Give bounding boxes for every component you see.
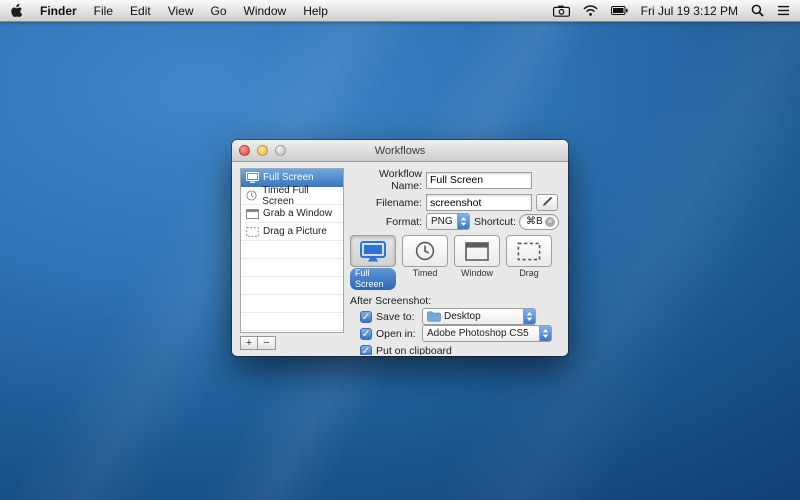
menu-window[interactable]: Window xyxy=(244,4,287,18)
list-empty-row xyxy=(241,241,343,259)
format-value: PNG xyxy=(431,216,453,227)
list-item-grab-a-window[interactable]: Grab a Window xyxy=(241,205,343,223)
workflow-detail-panel: Workflow Name: Filename: Format: P xyxy=(350,168,560,350)
list-item-label: Grab a Window xyxy=(263,208,332,219)
format-label: Format: xyxy=(350,216,422,228)
clipboard-label[interactable]: Put on clipboard xyxy=(376,345,452,356)
list-empty-row xyxy=(241,259,343,277)
brush-icon xyxy=(542,196,553,210)
display-icon xyxy=(350,235,396,267)
list-empty-row xyxy=(241,313,343,331)
dashed-selection-icon xyxy=(245,227,259,237)
capture-type-window[interactable]: Window xyxy=(454,235,500,290)
after-screenshot-heading: After Screenshot: xyxy=(350,295,560,307)
format-row: Format: PNG Shortcut: ⌘B × xyxy=(350,213,560,230)
list-edit-buttons: + − xyxy=(240,336,344,350)
clipboard-row: ✓ Put on clipboard xyxy=(360,343,560,355)
menubar: Finder File Edit View Go Window Help Fri… xyxy=(0,0,800,22)
open-in-label[interactable]: Open in: xyxy=(376,328,422,340)
workflow-name-input[interactable] xyxy=(426,172,532,189)
clipboard-checkbox[interactable]: ✓ xyxy=(360,345,372,356)
list-empty-row xyxy=(241,295,343,313)
list-item-label: Drag a Picture xyxy=(263,226,327,237)
capture-type-label: Full Screen xyxy=(350,268,396,290)
after-screenshot-section: After Screenshot: ✓ Save to: Desktop xyxy=(350,295,560,355)
clock-icon xyxy=(245,190,258,201)
capture-type-label: Window xyxy=(456,268,498,279)
list-item-label: Full Screen xyxy=(263,172,314,183)
window-icon xyxy=(454,235,500,267)
remove-workflow-button[interactable]: − xyxy=(258,336,276,350)
menu-help[interactable]: Help xyxy=(303,4,328,18)
shortcut-value: ⌘B xyxy=(526,216,543,227)
workflows-window: Workflows Full Screen xyxy=(232,140,568,356)
clock-icon xyxy=(402,235,448,267)
edit-filename-button[interactable] xyxy=(536,194,558,211)
menu-go[interactable]: Go xyxy=(211,4,227,18)
list-item-drag-a-picture[interactable]: Drag a Picture xyxy=(241,223,343,241)
dashed-selection-icon xyxy=(506,235,552,267)
filename-label: Filename: xyxy=(350,197,422,209)
stepper-icon xyxy=(523,309,535,324)
close-button[interactable] xyxy=(239,145,250,156)
menubar-status-area: Fri Jul 19 3:12 PM xyxy=(553,4,790,18)
zoom-button[interactable] xyxy=(275,145,286,156)
folder-icon xyxy=(427,311,441,322)
format-select[interactable]: PNG xyxy=(426,213,470,230)
desktop-wallpaper: Finder File Edit View Go Window Help Fri… xyxy=(0,0,800,500)
menu-file[interactable]: File xyxy=(94,4,113,18)
workflow-name-row: Workflow Name: xyxy=(350,168,560,192)
list-menu-icon[interactable] xyxy=(777,5,790,16)
menu-view[interactable]: View xyxy=(168,4,194,18)
open-in-value: Adobe Photoshop CS5 xyxy=(427,328,529,339)
list-item-label: Timed Full Screen xyxy=(262,185,339,207)
open-in-row: ✓ Open in: Adobe Photoshop CS5 xyxy=(360,326,560,341)
traffic-lights xyxy=(239,145,286,156)
spotlight-icon[interactable] xyxy=(751,4,764,17)
display-icon xyxy=(245,172,259,183)
filename-row: Filename: xyxy=(350,194,560,211)
menubar-clock[interactable]: Fri Jul 19 3:12 PM xyxy=(641,4,738,18)
save-to-select[interactable]: Desktop xyxy=(422,308,536,325)
open-in-select[interactable]: Adobe Photoshop CS5 xyxy=(422,325,552,342)
menu-edit[interactable]: Edit xyxy=(130,4,151,18)
menubar-menus: Finder File Edit View Go Window Help xyxy=(10,3,328,18)
capture-type-timed[interactable]: Timed xyxy=(402,235,448,290)
menu-finder[interactable]: Finder xyxy=(40,4,77,18)
capture-type-drag[interactable]: Drag xyxy=(506,235,552,290)
add-workflow-button[interactable]: + xyxy=(240,336,258,350)
stepper-icon xyxy=(539,326,551,341)
workflow-list: Full Screen Timed Full Screen Grab a Win… xyxy=(240,168,344,333)
window-titlebar[interactable]: Workflows xyxy=(232,140,568,162)
list-empty-row xyxy=(241,277,343,295)
minimize-button[interactable] xyxy=(257,145,268,156)
save-to-checkbox[interactable]: ✓ xyxy=(360,311,372,323)
workflow-sidebar: Full Screen Timed Full Screen Grab a Win… xyxy=(240,168,344,350)
capture-type-label: Timed xyxy=(408,268,443,279)
clear-shortcut-icon[interactable]: × xyxy=(545,217,555,227)
save-to-row: ✓ Save to: Desktop xyxy=(360,309,560,324)
camera-icon[interactable] xyxy=(553,5,570,17)
stepper-icon xyxy=(457,214,469,229)
workflow-name-label: Workflow Name: xyxy=(350,168,422,192)
capture-type-full-screen[interactable]: Full Screen xyxy=(350,235,396,290)
capture-type-label: Drag xyxy=(514,268,544,279)
wifi-icon[interactable] xyxy=(583,5,598,16)
shortcut-label: Shortcut: xyxy=(474,216,516,228)
save-to-label[interactable]: Save to: xyxy=(376,311,422,323)
window-icon xyxy=(245,209,259,219)
list-item-timed-full-screen[interactable]: Timed Full Screen xyxy=(241,187,343,205)
save-to-value: Desktop xyxy=(444,311,481,322)
battery-icon[interactable] xyxy=(611,6,628,15)
shortcut-input[interactable]: ⌘B × xyxy=(519,214,559,230)
apple-icon[interactable] xyxy=(10,3,23,18)
filename-input[interactable] xyxy=(426,194,532,211)
open-in-checkbox[interactable]: ✓ xyxy=(360,328,372,340)
window-content: Full Screen Timed Full Screen Grab a Win… xyxy=(232,162,568,355)
capture-type-buttons: Full Screen Timed Window xyxy=(350,235,560,290)
